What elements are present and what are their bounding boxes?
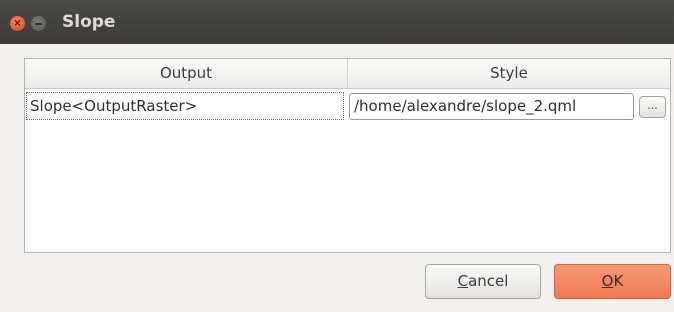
minimize-icon xyxy=(35,22,42,25)
ok-mnemonic: O xyxy=(601,272,614,290)
browse-button[interactable]: ... xyxy=(639,96,666,118)
cancel-button[interactable]: Cancel xyxy=(425,264,541,299)
style-path-input[interactable]: /home/alexandre/slope_2.qml xyxy=(349,93,634,120)
window-title: Slope xyxy=(62,12,116,32)
cancel-label: ancel xyxy=(468,272,509,290)
ok-label: K xyxy=(613,272,624,290)
cancel-mnemonic: C xyxy=(457,272,469,290)
table-header: Output Style xyxy=(25,59,670,89)
output-style-table: Output Style Slope<OutputRaster> /home/a… xyxy=(24,58,671,253)
close-icon: × xyxy=(13,18,22,29)
titlebar: × Slope xyxy=(0,0,674,44)
window-close-button[interactable]: × xyxy=(10,16,25,31)
column-header-style[interactable]: Style xyxy=(348,59,670,88)
output-cell[interactable]: Slope<OutputRaster> xyxy=(26,92,344,120)
ok-button[interactable]: OK xyxy=(554,264,671,299)
window-minimize-button[interactable] xyxy=(31,16,46,31)
table-row: Slope<OutputRaster> /home/alexandre/slop… xyxy=(25,89,670,123)
column-header-output[interactable]: Output xyxy=(25,59,348,88)
